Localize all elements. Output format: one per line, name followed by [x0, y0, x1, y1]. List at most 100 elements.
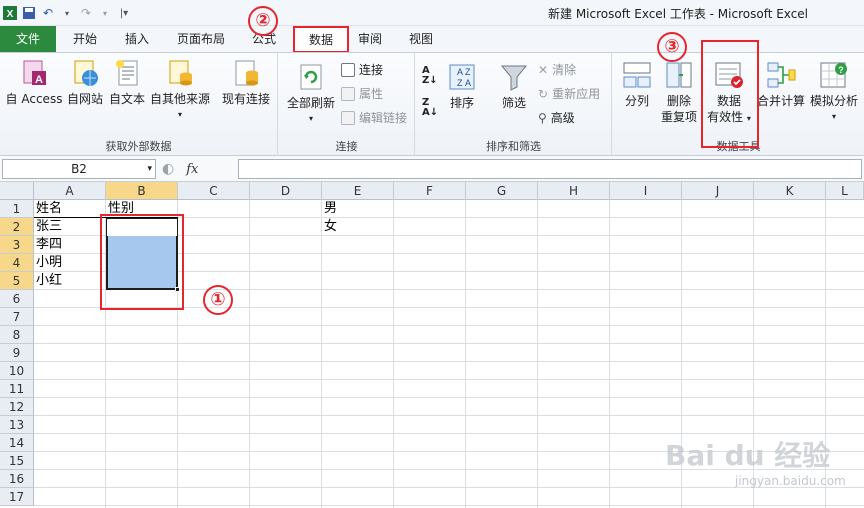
sort-label: 排序 — [449, 96, 474, 110]
formula-input[interactable] — [238, 159, 862, 179]
insert-function-icon[interactable]: fx — [186, 162, 198, 177]
gridline-vertical — [465, 200, 466, 508]
sort-button[interactable]: AZZA 排序 — [444, 61, 480, 111]
undo-icon[interactable]: ↶ — [40, 5, 56, 21]
row-header-15[interactable]: 15 — [0, 452, 34, 470]
reapply-label: 重新应用 — [552, 87, 601, 101]
tab-file[interactable]: 文件 — [0, 26, 56, 52]
filter-label: 筛选 — [501, 96, 526, 110]
text-file-icon — [111, 57, 143, 89]
annotation-step-2: ② — [248, 6, 278, 36]
row-header-2[interactable]: 2 — [0, 218, 34, 236]
sort-ascending-button[interactable]: A Z↓ — [422, 65, 438, 86]
row-header-7[interactable]: 7 — [0, 308, 34, 326]
group-label-sort-filter: 排序和筛选 — [486, 140, 541, 153]
text-to-columns-button[interactable]: 分列 — [619, 59, 655, 109]
clear-filter-button[interactable]: ✕ 清除 — [538, 61, 576, 79]
svg-text:?: ? — [838, 65, 844, 75]
filter-button[interactable]: 筛选 — [494, 61, 534, 111]
cell-e1[interactable]: 男 — [322, 200, 394, 218]
row-header-4[interactable]: 4 — [0, 254, 34, 272]
group-label-connections: 连接 — [335, 140, 358, 153]
from-web-label: 自网站 — [66, 92, 103, 106]
svg-text:A: A — [457, 67, 463, 77]
text-to-columns-label: 分列 — [624, 94, 649, 108]
tab-view[interactable]: 视图 — [400, 26, 442, 52]
row-header-9[interactable]: 9 — [0, 344, 34, 362]
column-header-h[interactable]: H — [538, 182, 610, 200]
row-header-1[interactable]: 1 — [0, 200, 34, 218]
cell-a4[interactable]: 小明 — [34, 254, 106, 272]
tab-home[interactable]: 开始 — [62, 26, 108, 52]
reapply-button[interactable]: ↻ 重新应用 — [538, 85, 600, 103]
group-get-external-data: A 自 Access 自网站 自文本 自其他来源 ▾ 现有连接 获取外部数据 — [0, 53, 278, 157]
save-icon[interactable] — [21, 5, 37, 21]
remove-duplicates-label-top: 删除 — [666, 94, 691, 108]
tab-insert[interactable]: 插入 — [114, 26, 160, 52]
cell-a5[interactable]: 小红 — [34, 272, 106, 290]
cell-a2[interactable]: 张三 — [34, 218, 106, 236]
row-header-3[interactable]: 3 — [0, 236, 34, 254]
row-header-11[interactable]: 11 — [0, 380, 34, 398]
redo-icon[interactable]: ↷ — [78, 5, 94, 21]
refresh-all-button[interactable]: 全部刷新 ▾ — [283, 61, 339, 127]
from-text-button[interactable]: 自文本 — [106, 57, 148, 107]
edit-links-button[interactable]: 编辑链接 — [341, 109, 407, 127]
column-header-j[interactable]: J — [682, 182, 754, 200]
cell-a3[interactable]: 李四 — [34, 236, 106, 254]
row-header-16[interactable]: 16 — [0, 470, 34, 488]
tab-page-layout[interactable]: 页面布局 — [168, 26, 234, 52]
column-header-f[interactable]: F — [394, 182, 466, 200]
what-if-analysis-icon: ? — [818, 59, 850, 91]
column-header-g[interactable]: G — [466, 182, 538, 200]
row-header-17[interactable]: 17 — [0, 488, 34, 506]
advanced-filter-button[interactable]: ⚲ 高级 — [538, 109, 575, 127]
row-header-14[interactable]: 14 — [0, 434, 34, 452]
undo-dropdown-icon[interactable]: ▾ — [59, 5, 75, 21]
sort-descending-icon: Z A↓ — [422, 97, 439, 118]
cell-a1[interactable]: 姓名 — [34, 200, 106, 218]
row-header-13[interactable]: 13 — [0, 416, 34, 434]
baidu-watermark: Bai du 经验 — [665, 439, 831, 472]
column-header-d[interactable]: D — [250, 182, 322, 200]
from-access-button[interactable]: A 自 Access — [4, 57, 64, 107]
column-header-i[interactable]: I — [610, 182, 682, 200]
what-if-analysis-button[interactable]: ? 模拟分析 ▾ — [807, 59, 861, 125]
row-header-5[interactable]: 5 — [0, 272, 34, 290]
from-other-sources-button[interactable]: 自其他来源 ▾ — [148, 57, 212, 123]
row-header-6[interactable]: 6 — [0, 290, 34, 308]
excel-logo-icon: X — [2, 5, 18, 21]
column-header-c[interactable]: C — [178, 182, 250, 200]
column-header-b[interactable]: B — [106, 182, 178, 200]
column-header-k[interactable]: K — [754, 182, 826, 200]
name-box-dropdown-icon[interactable]: ▾ — [147, 160, 152, 178]
cell-e2[interactable]: 女 — [322, 218, 394, 236]
row-header-10[interactable]: 10 — [0, 362, 34, 380]
tab-data[interactable]: 数据 — [293, 26, 349, 53]
row-header-8[interactable]: 8 — [0, 326, 34, 344]
column-header-e[interactable]: E — [322, 182, 394, 200]
group-sort-filter: A Z↓ Z A↓ AZZA 排序 筛选 ✕ 清除 ↻ 重新应用 ⚲ 高级 排序… — [416, 53, 612, 157]
name-box[interactable]: B2 ▾ — [2, 159, 156, 179]
consolidate-button[interactable]: 合并计算 — [755, 59, 807, 109]
customize-qat-icon[interactable]: |▾ — [116, 5, 132, 21]
select-all-corner[interactable] — [0, 182, 34, 200]
gridline-vertical — [321, 200, 322, 508]
properties-button[interactable]: 属性 — [341, 85, 383, 103]
gridline-horizontal — [34, 397, 864, 398]
column-header-l[interactable]: L — [826, 182, 864, 200]
row-header-12[interactable]: 12 — [0, 398, 34, 416]
from-web-button[interactable]: 自网站 — [64, 57, 106, 107]
existing-connections-button[interactable]: 现有连接 — [216, 57, 276, 107]
sort-descending-button[interactable]: Z A↓ — [422, 97, 439, 118]
column-header-a[interactable]: A — [34, 182, 106, 200]
formula-bar-expand-icon[interactable]: ◐ — [162, 161, 174, 177]
remove-duplicates-button[interactable]: 删除 重复项 — [657, 59, 701, 125]
tab-review[interactable]: 审阅 — [350, 26, 390, 52]
connections-button[interactable]: 连接 — [341, 61, 383, 79]
reapply-icon: ↻ — [538, 87, 549, 101]
text-to-columns-icon — [621, 59, 653, 91]
redo-dropdown-icon[interactable]: ▾ — [97, 5, 113, 21]
annotation-box-selection — [100, 214, 184, 310]
sort-ascending-icon: A Z↓ — [422, 65, 438, 86]
